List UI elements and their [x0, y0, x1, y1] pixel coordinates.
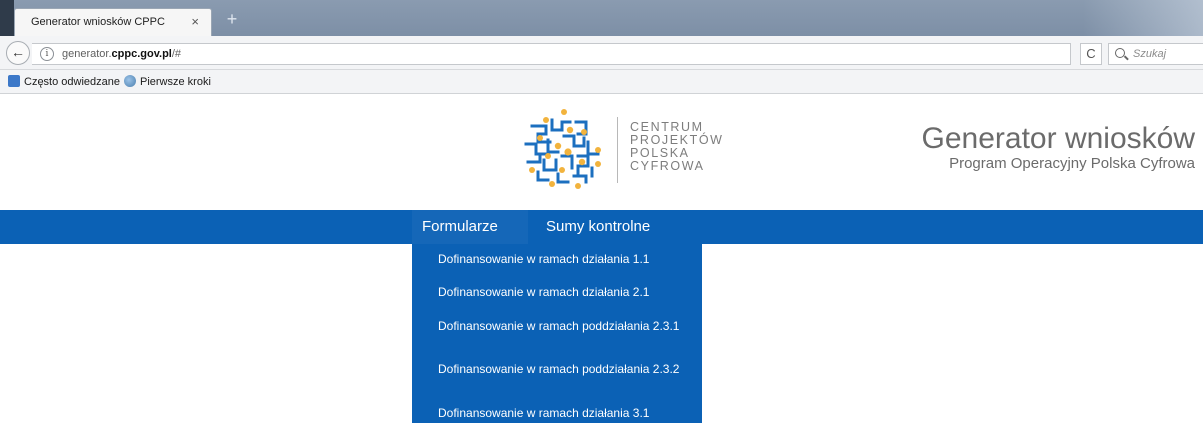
logo-wordmark: CENTRUM PROJEKTÓW POLSKA CYFROWA: [630, 121, 724, 173]
url-domain: cppc.gov.pl: [111, 48, 172, 60]
dropdown-item-dzialanie-3-1[interactable]: Dofinansowanie w ramach działania 3.1: [438, 407, 698, 420]
dropdown-item-poddzialanie-2-3-1[interactable]: Dofinansowanie w ramach poddziałania 2.3…: [438, 320, 698, 333]
reload-icon[interactable]: C: [1080, 43, 1102, 65]
bookmark-getting-started[interactable]: Pierwsze kroki: [124, 75, 211, 88]
nav-item-formularze[interactable]: Formularze: [412, 210, 528, 244]
browser-tab-active[interactable]: Generator wniosków CPPC ×: [14, 8, 212, 36]
logo-line: CYFROWA: [630, 159, 705, 173]
tab-close-icon[interactable]: ×: [191, 14, 199, 29]
search-input[interactable]: Szukaj: [1108, 43, 1203, 65]
dropdown-item-dzialanie-1-1[interactable]: Dofinansowanie w ramach działania 1.1: [438, 253, 698, 266]
url-prefix: generator.: [62, 48, 112, 60]
tab-bar-edge: [0, 0, 14, 36]
dropdown-item-dzialanie-2-1[interactable]: Dofinansowanie w ramach działania 2.1: [438, 286, 698, 299]
page-subtitle: Program Operacyjny Polska Cyfrowa: [949, 155, 1195, 172]
dropdown-item-poddzialanie-2-3-2[interactable]: Dofinansowanie w ramach poddziałania 2.3…: [438, 363, 698, 376]
bookmark-most-visited[interactable]: Często odwiedzane: [8, 75, 120, 88]
bookmarks-bar: Często odwiedzane Pierwsze kroki: [0, 70, 1203, 94]
url-suffix: /#: [171, 48, 182, 60]
browser-toolbar: i generator.cppc.gov.pl/# ← C Szukaj: [0, 36, 1203, 70]
search-icon: [1115, 48, 1125, 58]
bookmark-label: Pierwsze kroki: [140, 76, 211, 88]
globe-icon: [124, 75, 136, 87]
site-info-icon[interactable]: i: [40, 47, 54, 61]
search-placeholder: Szukaj: [1133, 48, 1167, 60]
logo-divider: [617, 117, 618, 183]
cppc-logo-icon[interactable]: [518, 106, 608, 190]
back-button[interactable]: ←: [6, 41, 30, 65]
page-title: Generator wniosków: [921, 122, 1195, 155]
address-bar[interactable]: i generator.cppc.gov.pl/#: [32, 43, 1071, 65]
formularze-dropdown: Dofinansowanie w ramach działania 1.1 Do…: [412, 244, 702, 423]
url-text[interactable]: generator.cppc.gov.pl/#: [62, 48, 181, 60]
new-tab-button[interactable]: +: [222, 10, 242, 30]
nav-item-sumy-kontrolne[interactable]: Sumy kontrolne: [546, 210, 650, 244]
browser-tab-bar: Generator wniosków CPPC × +: [0, 0, 1203, 36]
main-nav: Formularze Sumy kontrolne: [0, 210, 1203, 244]
bookmark-label: Często odwiedzane: [24, 76, 121, 88]
bookmarks-folder-icon: [8, 75, 20, 87]
tab-title: Generator wniosków CPPC: [31, 16, 165, 28]
tab-bar-shade: [1083, 0, 1203, 36]
